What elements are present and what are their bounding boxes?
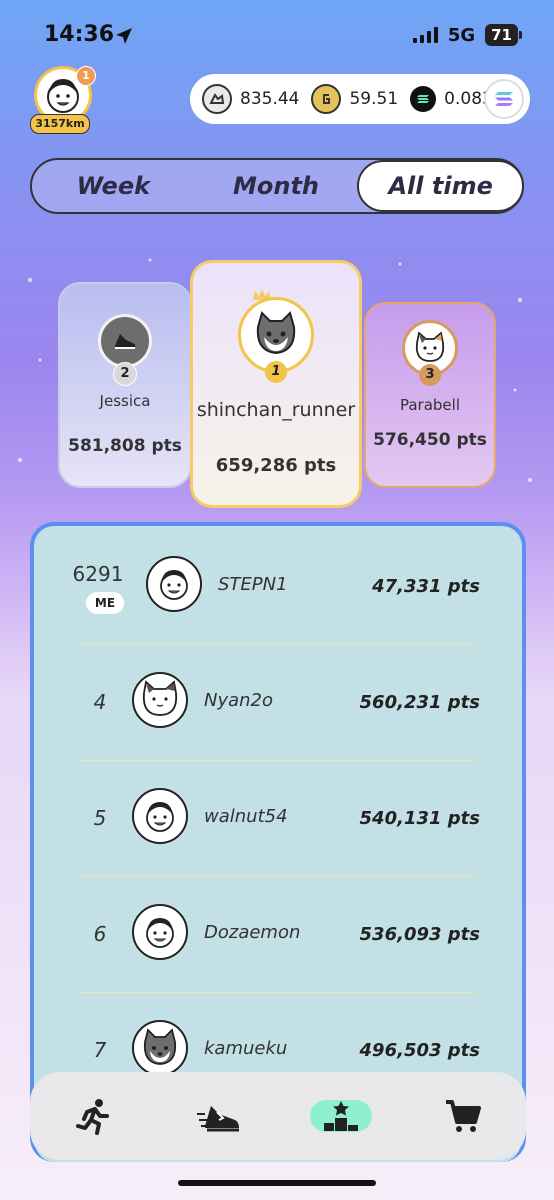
rank-number: 7 (93, 1038, 107, 1062)
notification-badge: 1 (76, 66, 96, 86)
leaderboard-icon (324, 1101, 358, 1131)
avatar (132, 672, 188, 728)
sol-coin-icon (410, 86, 437, 112)
player-points: 496,503 pts (359, 1040, 480, 1061)
nav-run[interactable] (58, 1091, 128, 1141)
podium-second-name: Jessica (99, 392, 151, 410)
rank-number: 5 (93, 806, 107, 830)
list-item[interactable]: 5 walnut54 540,131 pts (34, 760, 522, 875)
avatar (146, 556, 202, 612)
shiba-icon (143, 1028, 177, 1065)
cat-icon (415, 331, 445, 362)
player-points: 540,131 pts (359, 808, 480, 829)
avatar (132, 1020, 188, 1076)
distance-badge: 3157km (30, 114, 90, 134)
network-label: 5G (447, 24, 476, 46)
nav-leaderboard[interactable] (310, 1100, 372, 1132)
player-points: 47,331 pts (372, 576, 480, 597)
rank-number: 4 (93, 690, 107, 714)
podium-second-card[interactable]: 2 Jessica 581,808 pts (58, 282, 192, 488)
player-name: walnut54 (204, 806, 288, 827)
my-rank-row[interactable]: 6291 ME STEPN1 47,331 pts (34, 526, 522, 641)
podium-second-points: 581,808 pts (68, 436, 182, 456)
leaderboard-list[interactable]: 6291 ME STEPN1 47,331 pts 4 Nyan2o 560,2… (30, 522, 526, 1162)
status-time: 14:36 (44, 22, 115, 47)
gmt-balance: 59.51 (349, 89, 399, 109)
player-name: kamueku (204, 1038, 288, 1059)
face-icon (146, 802, 174, 832)
player-points: 560,231 pts (359, 692, 480, 713)
podium-third-points: 576,450 pts (373, 430, 487, 450)
location-arrow-icon (114, 26, 134, 50)
battery-icon: 71 (485, 24, 522, 46)
rank-badge: 3 (419, 364, 441, 386)
cart-icon (446, 1100, 481, 1132)
rank-badge: 1 (265, 361, 287, 383)
podium-first-card[interactable]: 1 shinchan_runner 659,286 pts (190, 260, 362, 508)
face-icon (160, 570, 188, 600)
me-badge: ME (86, 592, 124, 614)
podium-third-card[interactable]: 3 Parabell 576,450 pts (364, 302, 496, 488)
player-name: STEPN1 (218, 574, 288, 595)
player-name: Dozaemon (204, 922, 301, 943)
my-rank-number: 6291 (72, 562, 124, 586)
sneaker-icon (197, 1106, 239, 1132)
run-icon (76, 1099, 109, 1135)
bottom-nav (30, 1072, 526, 1160)
tab-month[interactable]: Month (195, 160, 358, 212)
avatar (132, 788, 188, 844)
player-name: Nyan2o (204, 690, 274, 711)
status-indicators: 5G 71 (412, 24, 522, 46)
sneaker-icon (115, 334, 135, 349)
solana-chain-button[interactable] (484, 79, 524, 119)
gst-balance: 835.44 (240, 89, 300, 109)
podium-first-name: shinchan_runner (196, 399, 356, 421)
list-item[interactable]: 4 Nyan2o 560,231 pts (34, 644, 522, 759)
tab-all-time[interactable]: All time (357, 160, 525, 212)
list-item[interactable]: 6 Dozaemon 536,093 pts (34, 876, 522, 991)
rank-badge: 2 (113, 362, 137, 386)
podium-first-points: 659,286 pts (215, 455, 337, 476)
tab-week[interactable]: Week (32, 160, 195, 212)
player-points: 536,093 pts (359, 924, 480, 945)
face-icon (146, 918, 174, 948)
shiba-icon (256, 311, 296, 355)
nav-marketplace[interactable] (428, 1091, 498, 1141)
podium-third-name: Parabell (399, 396, 460, 414)
solana-icon (495, 92, 513, 106)
gmt-coin-icon (311, 84, 342, 114)
sneaker-avatar (98, 314, 152, 368)
cat-icon (142, 680, 178, 716)
home-indicator[interactable] (178, 1180, 376, 1186)
period-tabs: Week Month All time (30, 158, 525, 214)
wallet-bar[interactable]: 835.44 59.51 0.083 (190, 74, 530, 124)
gst-coin-icon (202, 84, 232, 114)
avatar (132, 904, 188, 960)
signal-icon (412, 27, 438, 43)
nav-sneakers[interactable] (184, 1091, 254, 1141)
rank-number: 6 (93, 922, 107, 946)
